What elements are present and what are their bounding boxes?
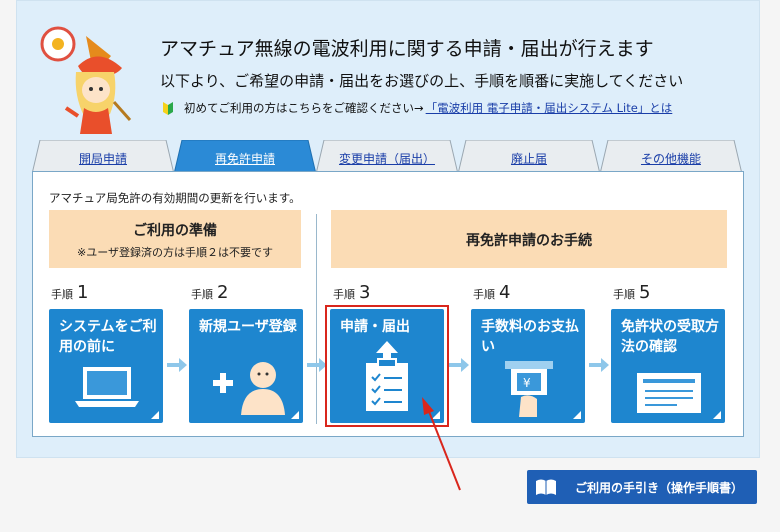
tab-label: 変更申請（届出） — [338, 152, 435, 166]
card-corner — [151, 411, 159, 419]
book-icon — [536, 479, 556, 495]
preparation-header: ご利用の準備 ※ユーザ登録済の方は手順２は不要です — [49, 210, 301, 268]
step-card-title: 免許状の受取方法の確認 — [621, 319, 719, 355]
beginner-mark-icon — [163, 102, 173, 115]
step-label-1: 手順 1 — [51, 282, 88, 303]
step-prefix: 手順 — [473, 288, 495, 301]
tab-label: 再免許申請 — [214, 152, 275, 166]
arrow-right-icon — [167, 358, 187, 372]
add-user-icon — [213, 362, 285, 415]
tab-abolition[interactable]: 廃止届 — [458, 140, 600, 174]
tab-new-station[interactable]: 開局申請 — [32, 140, 174, 174]
step-card-title: システムをご利用の前に — [59, 319, 157, 355]
preparation-note: ※ユーザ登録済の方は手順２は不要です — [77, 246, 273, 259]
system-about-link[interactable]: 「電波利用 電子申請・届出システム Lite」とは — [426, 100, 673, 116]
step-prefix: 手順 — [333, 288, 355, 301]
step-prefix: 手順 — [51, 288, 73, 301]
card-corner — [573, 411, 581, 419]
mascot-illustration — [40, 26, 132, 134]
tab-other-functions[interactable]: その他機能 — [600, 140, 742, 174]
application-tabs: 開局申請 再免許申請 変更申請（届出） 廃止届 その他機能 — [32, 140, 748, 174]
step-card-license-delivery[interactable]: 免許状の受取方法の確認 — [611, 309, 725, 423]
step-label-2: 手順 2 — [191, 282, 228, 303]
atm-payment-icon: ¥ — [505, 361, 553, 417]
step-number: 5 — [639, 282, 651, 303]
tab-relicense[interactable]: 再免許申請 — [174, 140, 316, 174]
step-card-system-info[interactable]: システムをご利用の前に — [49, 309, 163, 423]
panel-description: アマチュア局免許の有効期間の更新を行います。 — [49, 191, 301, 205]
tab-label: その他機能 — [640, 152, 701, 166]
step-label-3: 手順 3 — [333, 282, 370, 303]
tab-change-application[interactable]: 変更申請（届出） — [316, 140, 458, 174]
laptop-icon — [75, 367, 139, 407]
step-card-title: 手数料のお支払い — [481, 319, 579, 355]
procedure-header: 再免許申請のお手続 — [331, 210, 727, 268]
tab-label: 開局申請 — [78, 152, 127, 166]
step-prefix: 手順 — [191, 288, 213, 301]
step-number: 1 — [77, 282, 89, 303]
step-card-user-registration[interactable]: 新規ユーザ登録 — [189, 309, 303, 423]
certificate-icon — [637, 373, 701, 413]
page-title: アマチュア無線の電波利用に関する申請・届出が行えます — [160, 38, 654, 60]
arrow-right-icon — [589, 358, 609, 372]
section-divider — [316, 214, 317, 424]
card-corner — [291, 411, 299, 419]
first-time-note: 初めてご利用の方はこちらをご確認ください→ 「電波利用 電子申請・届出システム … — [160, 100, 672, 116]
procedure-title: 再免許申請のお手続 — [466, 233, 592, 249]
tab-label: 廃止届 — [510, 152, 547, 166]
step-number: 4 — [499, 282, 511, 303]
arrow-right-icon — [449, 358, 469, 372]
svg-text:¥: ¥ — [523, 376, 531, 390]
step-card-fee-payment[interactable]: 手数料のお支払い ¥ — [471, 309, 585, 423]
step-prefix: 手順 — [613, 288, 635, 301]
step-number: 3 — [359, 282, 371, 303]
step-label-5: 手順 5 — [613, 282, 650, 303]
relicense-panel: アマチュア局免許の有効期間の更新を行います。 ご利用の準備 ※ユーザ登録済の方は… — [32, 171, 744, 437]
step-label-4: 手順 4 — [473, 282, 510, 303]
step-card-title: 新規ユーザ登録 — [199, 319, 297, 335]
arrow-right-icon — [307, 358, 327, 372]
user-guide-label: ご利用の手引き（操作手順書） — [575, 480, 744, 495]
card-corner — [713, 411, 721, 419]
step-number: 2 — [217, 282, 229, 303]
user-guide-button[interactable]: ご利用の手引き（操作手順書） — [527, 470, 757, 504]
first-time-note-text: 初めてご利用の方はこちらをご確認ください→ — [184, 101, 424, 115]
preparation-title: ご利用の準備 — [133, 223, 217, 239]
pointer-arrow — [422, 397, 461, 491]
page-subtitle: 以下より、ご希望の申請・届出をお選びの上、手順を順番に実施してください — [160, 72, 684, 90]
